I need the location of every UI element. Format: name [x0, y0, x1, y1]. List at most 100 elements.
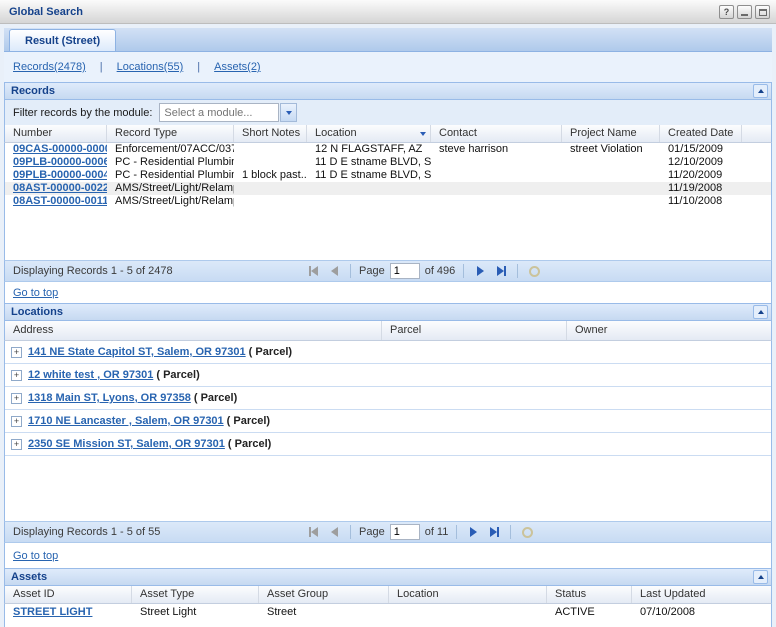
- address-link[interactable]: 12 white test , OR 97301: [28, 369, 153, 381]
- record-number-link[interactable]: 09CAS-00000-00004: [13, 143, 107, 155]
- divider: [350, 525, 351, 539]
- page-number-input[interactable]: [390, 263, 420, 279]
- list-item[interactable]: 141 NE State Capitol ST, Salem, OR 97301…: [5, 341, 771, 364]
- maximize-icon[interactable]: [755, 5, 770, 19]
- global-search-window: Global Search Result (Street) Records(24…: [0, 0, 776, 627]
- column-header-status[interactable]: Status: [547, 586, 632, 603]
- minimize-icon[interactable]: [737, 5, 752, 19]
- column-header-contact[interactable]: Contact: [431, 125, 562, 142]
- assets-grid-body: STREET LIGHT Street Light Street ACTIVE …: [4, 604, 772, 627]
- column-header-owner[interactable]: Owner: [567, 321, 771, 340]
- short-notes-cell: [234, 143, 307, 156]
- go-to-top-link[interactable]: Go to top: [13, 550, 58, 562]
- address-link[interactable]: 1710 NE Lancaster , Salem, OR 97301: [28, 415, 224, 427]
- record-type-cell: AMS/Street/Light/Relamp: [107, 182, 234, 195]
- tab-result-street[interactable]: Result (Street): [9, 29, 116, 51]
- list-item[interactable]: 1318 Main ST, Lyons, OR 97358 ( Parcel): [5, 387, 771, 410]
- go-to-top-link[interactable]: Go to top: [13, 287, 58, 299]
- record-number-link[interactable]: 08AST-00000-00226: [13, 182, 107, 194]
- address-link[interactable]: 141 NE State Capitol ST, Salem, OR 97301: [28, 346, 246, 358]
- record-number-link[interactable]: 09PLB-00000-00066: [13, 156, 107, 168]
- location-cell: 11 D E stname BLVD, SUITE u...: [307, 156, 431, 169]
- divider: [510, 525, 511, 539]
- table-row[interactable]: 09PLB-00000-00066 PC - Residential Plumb…: [5, 156, 771, 169]
- expand-icon[interactable]: [11, 370, 22, 381]
- expand-icon[interactable]: [11, 439, 22, 450]
- last-page-icon[interactable]: [493, 263, 509, 279]
- project-name-cell: street Violation: [562, 143, 660, 156]
- list-item[interactable]: 2350 SE Mission ST, Salem, OR 97301 ( Pa…: [5, 433, 771, 456]
- locations-collapse-button[interactable]: [753, 305, 768, 319]
- prev-page-icon[interactable]: [326, 524, 342, 540]
- parcel-suffix: ( Parcel): [194, 392, 237, 404]
- page-number-input[interactable]: [390, 524, 420, 540]
- locations-pager-controls: Page of 11: [305, 524, 535, 540]
- summary-links-row: Records(2478) | Locations(55) | Assets(2…: [4, 52, 772, 82]
- column-header-location-label: Location: [315, 127, 357, 139]
- records-count-link[interactable]: Records(2478): [13, 61, 86, 73]
- next-page-icon[interactable]: [472, 263, 488, 279]
- prev-page-icon[interactable]: [326, 263, 342, 279]
- records-section-header: Records: [4, 82, 772, 100]
- column-header-created-date[interactable]: Created Date: [660, 125, 742, 142]
- table-row[interactable]: STREET LIGHT Street Light Street ACTIVE …: [5, 604, 771, 620]
- asset-type-cell: Street Light: [132, 604, 259, 620]
- records-collapse-button[interactable]: [753, 84, 768, 98]
- last-page-icon[interactable]: [486, 524, 502, 540]
- column-header-last-updated[interactable]: Last Updated: [632, 586, 771, 603]
- locations-grid-header: Address Parcel Owner: [4, 321, 772, 341]
- list-item[interactable]: 1710 NE Lancaster , Salem, OR 97301 ( Pa…: [5, 410, 771, 433]
- location-cell: 12 N FLAGSTAFF, AZ: [307, 143, 431, 156]
- help-icon[interactable]: [719, 5, 734, 19]
- column-header-asset-type[interactable]: Asset Type: [132, 586, 259, 603]
- record-number-link[interactable]: 09PLB-00000-00045: [13, 169, 107, 181]
- address-link[interactable]: 1318 Main ST, Lyons, OR 97358: [28, 392, 191, 404]
- expand-icon[interactable]: [11, 393, 22, 404]
- table-row[interactable]: 09CAS-00000-00004 Enforcement/07ACC/0379…: [5, 143, 771, 156]
- column-header-parcel[interactable]: Parcel: [382, 321, 567, 340]
- refresh-icon[interactable]: [526, 263, 542, 279]
- column-header-location[interactable]: Location: [307, 125, 431, 142]
- records-pager-controls: Page of 496: [305, 263, 542, 279]
- expand-icon[interactable]: [11, 416, 22, 427]
- column-header-address[interactable]: Address: [5, 321, 382, 340]
- refresh-icon[interactable]: [519, 524, 535, 540]
- parcel-suffix: ( Parcel): [227, 415, 270, 427]
- module-filter-trigger[interactable]: [280, 103, 297, 122]
- table-row[interactable]: 09PLB-00000-00045 PC - Residential Plumb…: [5, 169, 771, 182]
- column-header-project-name[interactable]: Project Name: [562, 125, 660, 142]
- expand-icon[interactable]: [11, 347, 22, 358]
- column-header-short-notes[interactable]: Short Notes: [234, 125, 307, 142]
- module-filter-input[interactable]: [159, 103, 279, 122]
- record-type-cell: PC - Residential Plumbing: [107, 156, 234, 169]
- of-label: of 11: [425, 526, 449, 538]
- location-cell: [307, 195, 431, 208]
- first-triangle: [311, 527, 318, 537]
- of-label: of 496: [425, 265, 456, 277]
- chevron-down-icon: [286, 111, 292, 115]
- asset-id-link[interactable]: STREET LIGHT: [13, 606, 92, 618]
- column-menu-icon[interactable]: [420, 132, 426, 136]
- first-page-icon[interactable]: [305, 263, 321, 279]
- locations-count-link[interactable]: Locations(55): [117, 61, 184, 73]
- parcel-suffix: ( Parcel): [249, 346, 292, 358]
- column-header-location[interactable]: Location: [389, 586, 547, 603]
- prev-triangle: [331, 266, 338, 276]
- assets-collapse-button[interactable]: [753, 570, 768, 584]
- list-item[interactable]: 12 white test , OR 97301 ( Parcel): [5, 364, 771, 387]
- record-number-link[interactable]: 08AST-00000-00119: [13, 195, 107, 207]
- assets-count-link[interactable]: Assets(2): [214, 61, 260, 73]
- next-page-icon[interactable]: [465, 524, 481, 540]
- column-header-asset-id[interactable]: Asset ID: [5, 586, 132, 603]
- assets-section-title: Assets: [11, 571, 47, 583]
- address-link[interactable]: 2350 SE Mission ST, Salem, OR 97301: [28, 438, 225, 450]
- first-page-icon[interactable]: [305, 524, 321, 540]
- column-header-number[interactable]: Number: [5, 125, 107, 142]
- table-row[interactable]: 08AST-00000-00119 AMS/Street/Light/Relam…: [5, 195, 771, 208]
- table-row[interactable]: 08AST-00000-00226 AMS/Street/Light/Relam…: [5, 182, 771, 195]
- locations-display-status: Displaying Records 1 - 5 of 55: [5, 526, 160, 538]
- records-go-to-top-row: Go to top: [4, 282, 772, 303]
- column-header-asset-group[interactable]: Asset Group: [259, 586, 389, 603]
- column-header-record-type[interactable]: Record Type: [107, 125, 234, 142]
- parcel-suffix: ( Parcel): [156, 369, 199, 381]
